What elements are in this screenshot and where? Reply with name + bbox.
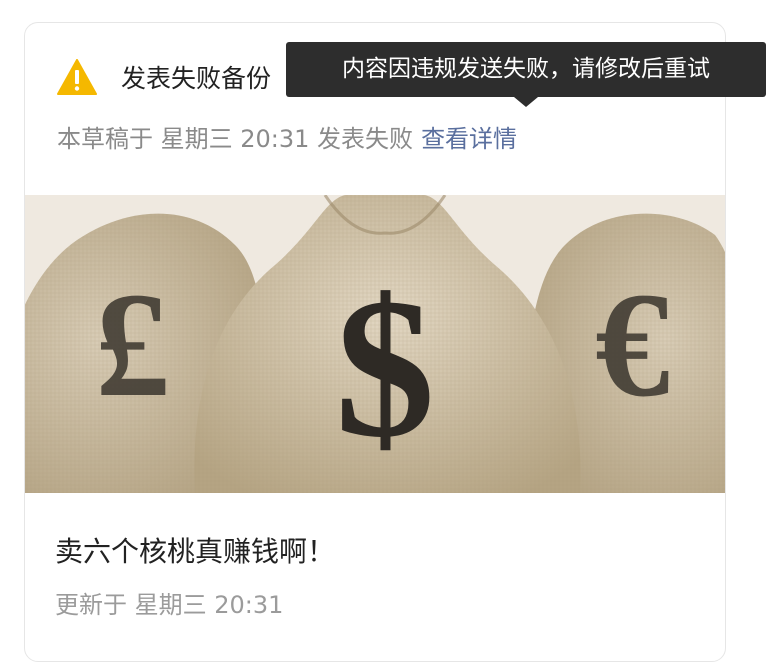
error-tooltip: 内容因违规发送失败，请修改后重试 bbox=[286, 42, 766, 97]
dollar-symbol: $ bbox=[335, 258, 435, 479]
draft-meta-text: 本草稿于 星期三 20:31 发表失败 bbox=[57, 125, 414, 153]
card-header-title: 发表失败备份 bbox=[121, 64, 272, 93]
warning-icon bbox=[57, 59, 97, 95]
euro-symbol: € bbox=[595, 262, 670, 428]
post-updated-time: 更新于 星期三 20:31 bbox=[55, 591, 284, 619]
draft-card[interactable]: 发表失败备份 本草稿于 星期三 20:31 发表失败 查看详情 £ $ € 卖六… bbox=[24, 22, 726, 662]
pound-symbol: £ bbox=[95, 262, 170, 428]
tooltip-arrow bbox=[514, 97, 538, 107]
card-header: 发表失败备份 bbox=[57, 57, 271, 97]
money-bags-illustration: £ $ € bbox=[25, 195, 725, 493]
draft-meta: 本草稿于 星期三 20:31 发表失败 查看详情 bbox=[57, 119, 517, 154]
post-title[interactable]: 卖六个核桃真赚钱啊！ bbox=[55, 530, 335, 570]
view-details-link[interactable]: 查看详情 bbox=[421, 125, 517, 153]
cover-image[interactable]: £ $ € bbox=[25, 195, 725, 493]
